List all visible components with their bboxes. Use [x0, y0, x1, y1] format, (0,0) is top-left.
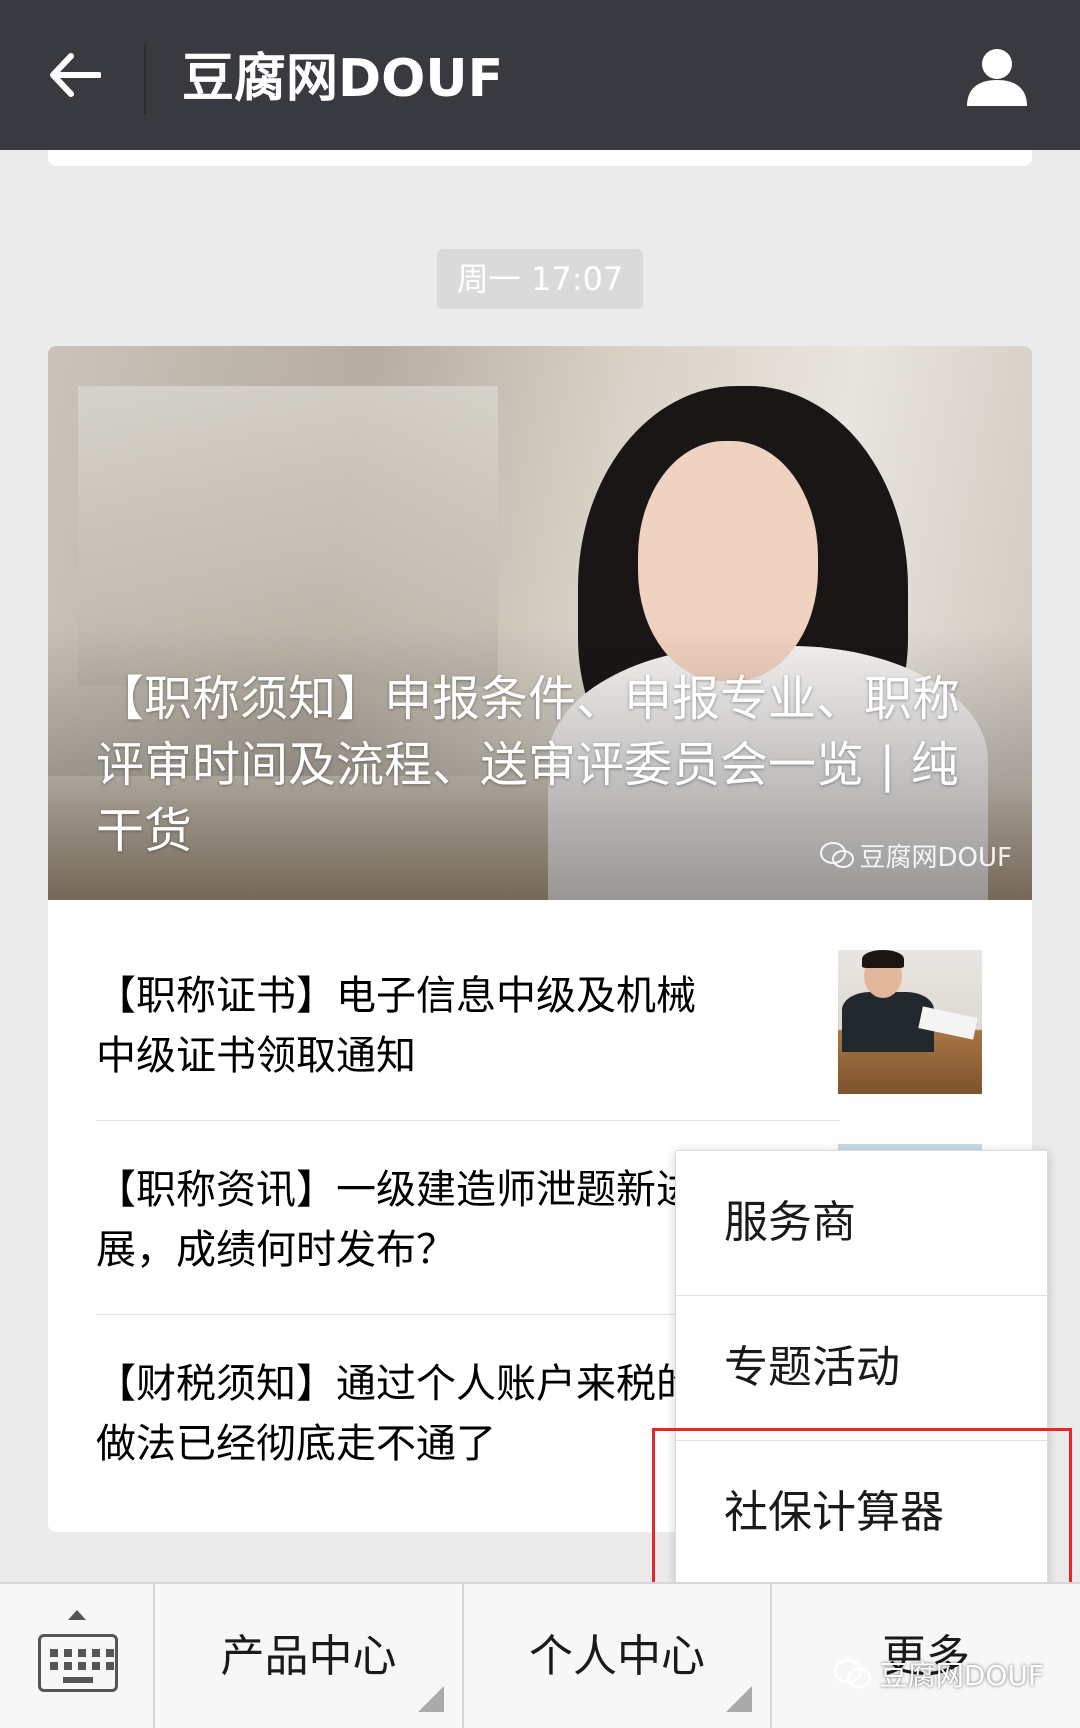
article-thumbnail-1	[838, 950, 982, 1094]
more-popup-menu: 服务商 专题活动 社保计算器	[675, 1150, 1049, 1585]
hero-title: 【职称须知】申报条件、申报专业、职称评审时间及流程、送审评委员会一览 | 纯干货	[96, 671, 961, 859]
nav-label: 产品中心	[220, 1631, 397, 1682]
hero-watermark-text: 豆腐网DOUF	[859, 843, 1012, 873]
message-timestamp: 周一 17:07	[437, 249, 643, 309]
item-divider	[96, 1120, 840, 1121]
person-icon	[967, 49, 1027, 106]
previous-message-card	[48, 150, 1032, 166]
article-item-title: 【职称资讯】一级建造师泄题新进展，成绩何时发布？	[96, 1167, 696, 1273]
nav-personal-center[interactable]: 个人中心	[464, 1584, 772, 1728]
back-button[interactable]	[40, 40, 110, 110]
profile-button[interactable]	[962, 42, 1032, 112]
wechat-icon	[833, 1659, 872, 1689]
top-bar: 豆腐网DOUF	[0, 0, 1080, 150]
keyboard-icon	[38, 1634, 118, 1692]
submenu-corner-icon	[726, 1686, 752, 1712]
header-separator	[144, 44, 146, 114]
article-item-title: 【财税须知】通过个人账户来税的做法已经彻底走不通了	[96, 1361, 696, 1467]
bottom-watermark: 豆腐网DOUF	[833, 1654, 1044, 1694]
thumb-hair	[862, 950, 904, 968]
submenu-corner-icon	[418, 1686, 444, 1712]
nav-label: 个人中心	[529, 1631, 705, 1682]
menu-item-service-provider[interactable]: 服务商	[676, 1151, 1049, 1295]
menu-item-special-events[interactable]: 专题活动	[676, 1296, 1049, 1440]
caret-up-icon	[68, 1610, 86, 1620]
back-arrow-icon	[50, 53, 101, 97]
wechat-icon	[819, 841, 854, 868]
chat-title: 豆腐网DOUF	[182, 49, 504, 109]
hero-article[interactable]: 【职称须知】申报条件、申报专业、职称评审时间及流程、送审评委员会一览 | 纯干货…	[48, 346, 1032, 900]
bottom-watermark-text: 豆腐网DOUF	[879, 1659, 1044, 1692]
keyboard-toggle-button[interactable]	[0, 1584, 155, 1728]
nav-product-center[interactable]: 产品中心	[155, 1584, 464, 1728]
hero-watermark: 豆腐网DOUF	[819, 837, 1012, 874]
menu-item-social-security-calculator[interactable]: 社保计算器	[676, 1441, 1049, 1585]
article-item-title: 【职称证书】电子信息中级及机械中级证书领取通知	[96, 973, 696, 1079]
